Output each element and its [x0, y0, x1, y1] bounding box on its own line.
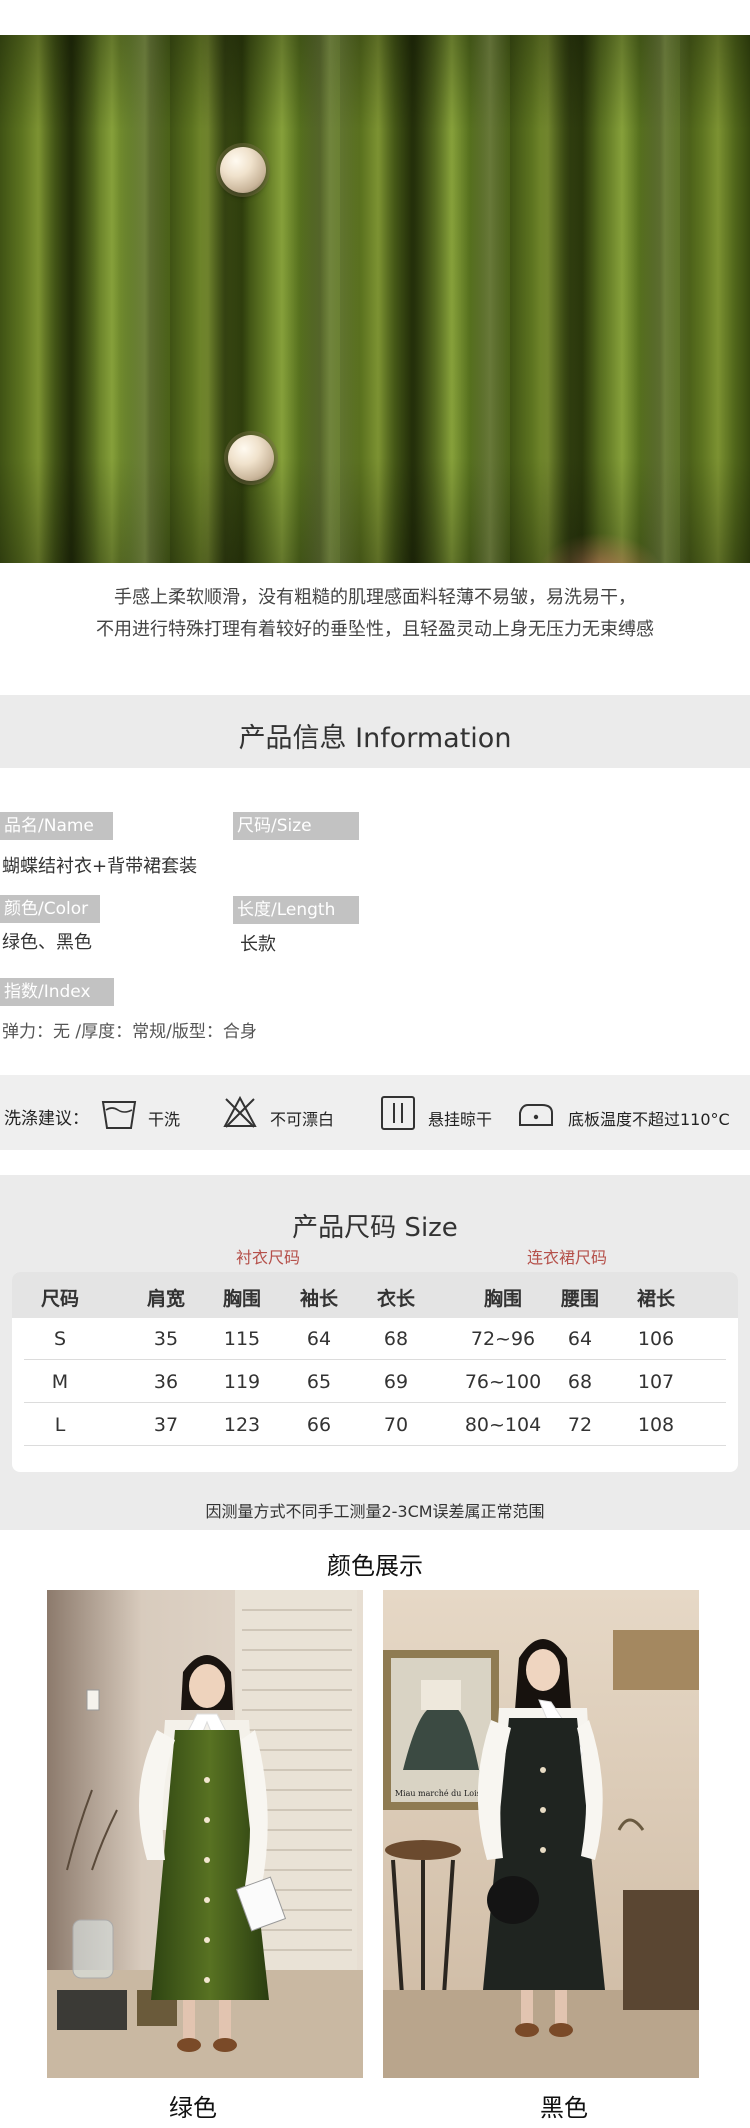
row-divider — [24, 1445, 726, 1446]
table-cell: 70 — [383, 1414, 409, 1436]
size-table: 尺码 肩宽 胸围 袖长 衣长 胸围 腰围 裙长 S 35 115 64 68 7… — [12, 1272, 738, 1472]
length-tag: 长度/Length — [233, 896, 359, 924]
table-cell: 37 — [153, 1414, 179, 1436]
dry-clean-icon — [101, 1101, 137, 1129]
pearl-button-icon — [220, 147, 266, 193]
table-cell: 69 — [383, 1371, 409, 1393]
index-value: 弹力：无 /厚度：常规/版型：合身 — [2, 1022, 257, 1042]
care-text-iron: 底板温度不超过110°C — [568, 1110, 730, 1129]
table-cell: 66 — [306, 1414, 332, 1436]
table-cell: 72~96 — [470, 1328, 536, 1350]
black-model-photo: Miau marché du Loisir — [383, 1590, 699, 2078]
table-cell: 119 — [223, 1371, 261, 1393]
row-divider — [24, 1359, 726, 1360]
care-text-hang-dry: 悬挂晾干 — [428, 1110, 493, 1129]
size-tag: 尺码/Size — [233, 812, 359, 840]
fabric-caption-line-2: 不用进行特殊打理有着较好的垂坠性，且轻盈灵动上身无压力无束缚感 — [96, 619, 654, 640]
name-tag: 品名/Name — [0, 812, 113, 840]
pearl-button-icon — [228, 435, 274, 481]
poster-text: Miau marché du Loisir — [395, 1789, 487, 1798]
table-cell: S — [53, 1328, 67, 1350]
table-cell: M — [51, 1371, 69, 1393]
green-model-photo — [47, 1590, 363, 2078]
index-tag: 指数/Index — [0, 978, 114, 1006]
dress-size-label: 连衣裙尺码 — [527, 1248, 608, 1267]
no-bleach-icon — [223, 1095, 257, 1128]
table-cell: 115 — [223, 1328, 261, 1350]
iron-icon — [519, 1104, 553, 1126]
table-cell: 72 — [567, 1414, 593, 1436]
colors-title: 颜色展示 — [327, 1552, 423, 1580]
care-text-no-bleach: 不可漂白 — [270, 1110, 335, 1129]
length-value: 长款 — [240, 934, 276, 955]
table-cell: L — [54, 1414, 66, 1436]
care-label: 洗涤建议： — [4, 1109, 89, 1129]
col-header: 衣长 — [376, 1288, 415, 1310]
info-title: 产品信息 Information — [238, 723, 512, 754]
table-cell: 64 — [567, 1328, 593, 1350]
shirt-size-label: 衬衣尺码 — [236, 1248, 301, 1267]
table-cell: 106 — [637, 1328, 675, 1350]
table-cell: 64 — [306, 1328, 332, 1350]
row-divider — [24, 1402, 726, 1403]
col-header: 袖长 — [299, 1288, 338, 1310]
color-tag: 颜色/Color — [0, 895, 100, 923]
table-cell: 36 — [153, 1371, 179, 1393]
table-cell: 123 — [223, 1414, 261, 1436]
hang-dry-icon — [381, 1096, 415, 1130]
col-header: 胸围 — [222, 1288, 261, 1310]
color-value: 绿色、黑色 — [2, 932, 92, 953]
col-header: 裙长 — [636, 1288, 675, 1310]
table-cell: 35 — [153, 1328, 179, 1350]
size-note: 因测量方式不同手工测量2-3CM误差属正常范围 — [205, 1502, 545, 1521]
fabric-caption-line-1: 手感上柔软顺滑，没有粗糙的肌理感面料轻薄不易皱，易洗易干， — [114, 587, 636, 608]
table-cell: 65 — [306, 1371, 332, 1393]
table-cell: 80~104 — [464, 1414, 542, 1436]
table-cell: 68 — [383, 1328, 409, 1350]
size-title: 产品尺码 Size — [292, 1213, 458, 1243]
table-cell: 107 — [637, 1371, 675, 1393]
col-header: 尺码 — [40, 1288, 79, 1310]
name-value: 蝴蝶结衬衣+背带裙套装 — [2, 856, 198, 877]
black-color-label: 黑色 — [540, 2094, 588, 2122]
care-text-dry-clean: 干洗 — [148, 1110, 181, 1129]
fabric-detail-image — [0, 35, 750, 563]
col-header: 腰围 — [560, 1288, 599, 1310]
table-cell: 76~100 — [464, 1371, 542, 1393]
table-cell: 68 — [567, 1371, 593, 1393]
green-color-label: 绿色 — [169, 2094, 217, 2122]
table-cell: 108 — [637, 1414, 675, 1436]
col-header: 胸围 — [483, 1288, 522, 1310]
col-header: 肩宽 — [146, 1288, 185, 1310]
